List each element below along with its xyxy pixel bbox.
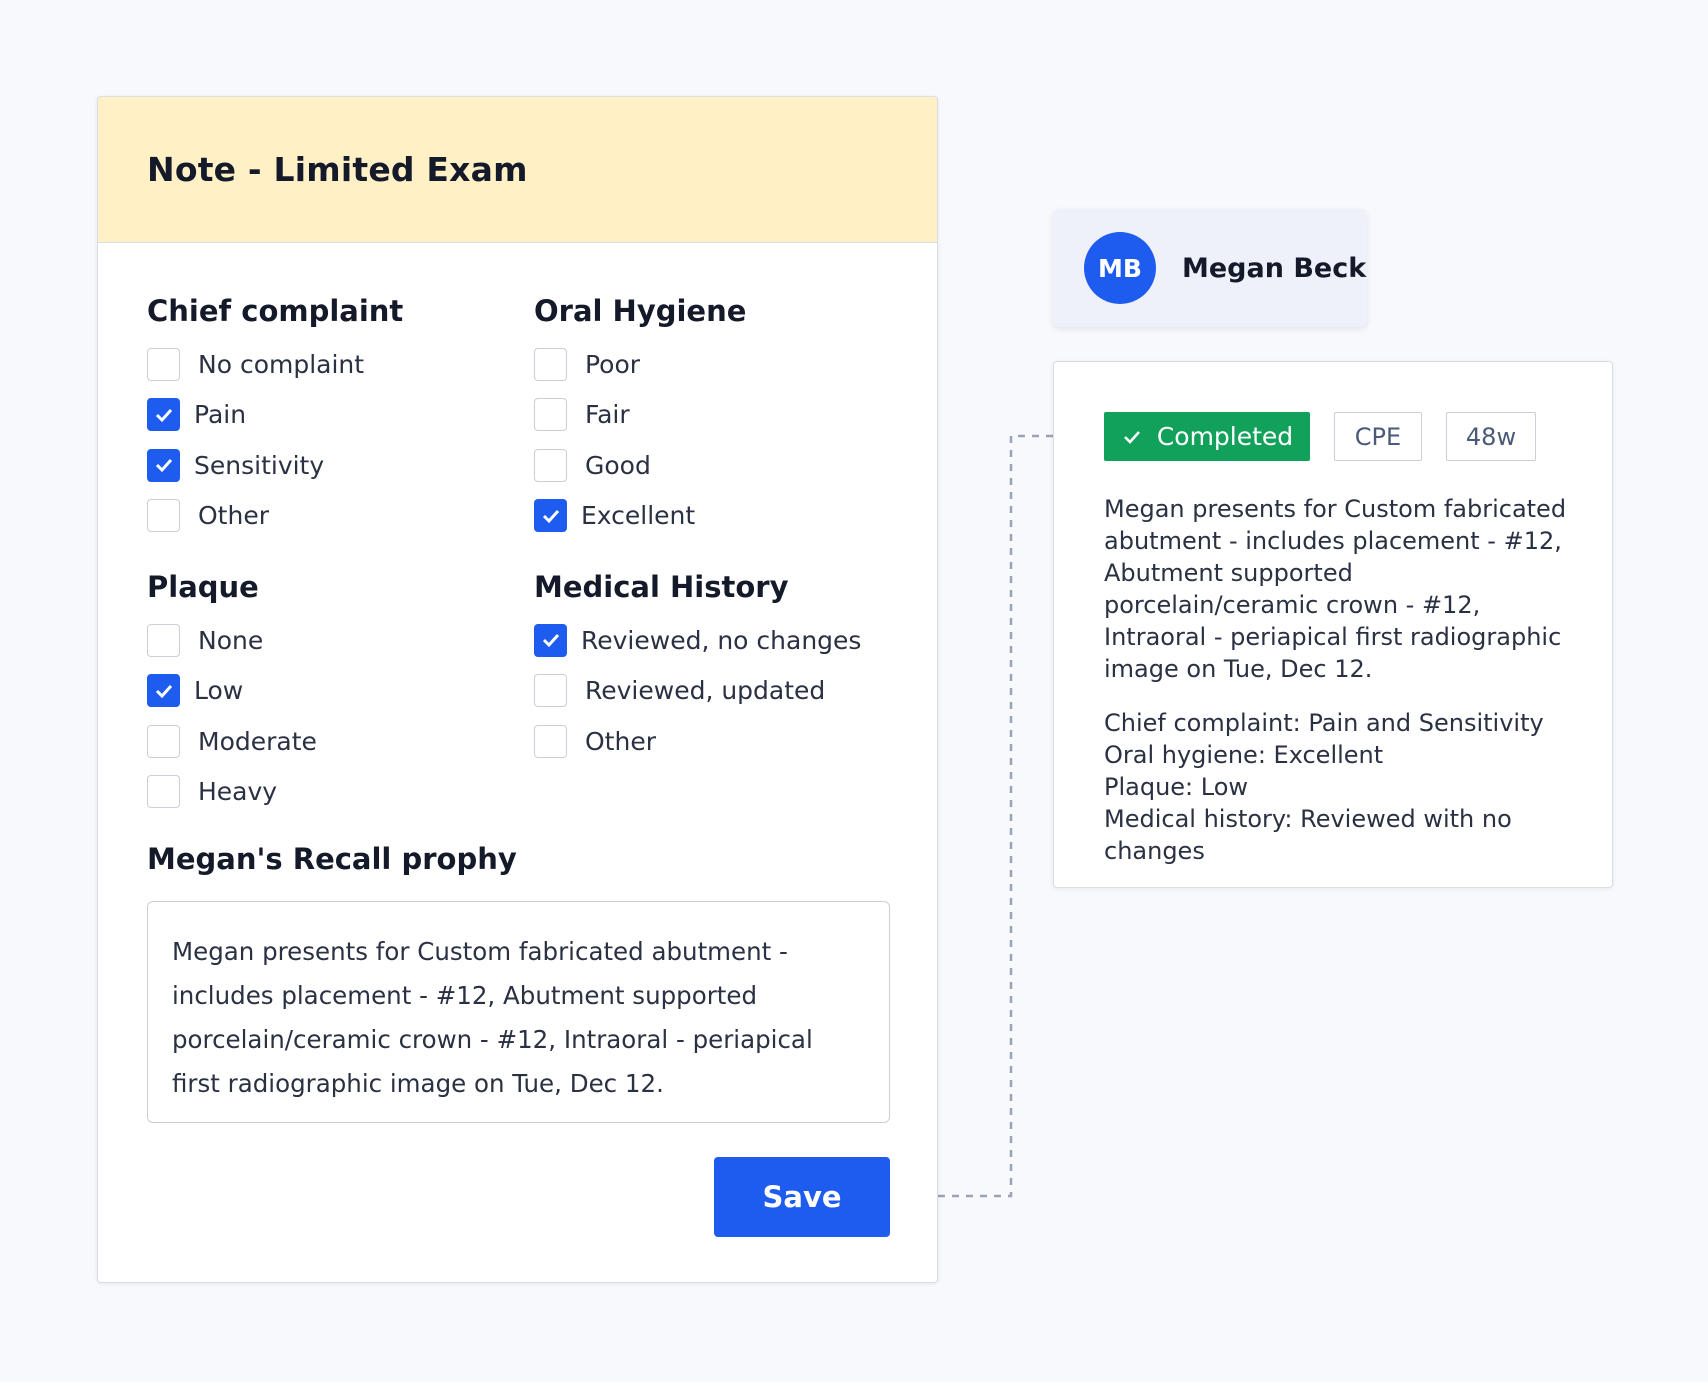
option-good[interactable]: Good: [534, 440, 746, 491]
option-label: Reviewed, updated: [585, 676, 826, 706]
checkbox[interactable]: [534, 623, 567, 657]
note-card: Note - Limited Exam Chief complaint No c…: [97, 96, 938, 1283]
option-label: No complaint: [198, 349, 365, 379]
check-icon: [1121, 426, 1143, 448]
chief-complaint-section: Chief complaint No complaint Pain Sensit…: [147, 291, 403, 541]
option-moderate[interactable]: Moderate: [147, 716, 317, 767]
checkbox[interactable]: [147, 775, 180, 809]
option-heavy[interactable]: Heavy: [147, 767, 317, 818]
checkbox[interactable]: [147, 674, 180, 708]
prophy-title: Megan's Recall prophy: [147, 842, 517, 876]
note-title: Note - Limited Exam: [147, 150, 528, 189]
summary-card: Completed CPE 48w Megan presents for Cus…: [1053, 361, 1613, 888]
detail-medical-history: Medical history: Reviewed with no change…: [1104, 805, 1512, 865]
check-icon: [155, 459, 172, 473]
save-button[interactable]: Save: [714, 1157, 890, 1237]
status-label: Completed: [1156, 422, 1294, 451]
option-label: Good: [585, 450, 651, 480]
option-label: None: [198, 625, 264, 655]
option-label: Fair: [585, 400, 630, 430]
checkbox[interactable]: [534, 499, 567, 533]
option-reviewed-updated[interactable]: Reviewed, updated: [534, 666, 861, 717]
checkbox[interactable]: [534, 347, 567, 381]
summary-description: Megan presents for Custom fabricated abu…: [1104, 495, 1567, 683]
prophy-textarea[interactable]: Megan presents for Custom fabricated abu…: [147, 901, 890, 1123]
checkbox[interactable]: [147, 724, 180, 758]
option-low[interactable]: Low: [147, 666, 317, 717]
checkbox[interactable]: [534, 398, 567, 432]
section-title: Plaque: [147, 570, 259, 604]
summary-text: Megan presents for Custom fabricated abu…: [1104, 493, 1574, 867]
option-no-complaint[interactable]: No complaint: [147, 339, 403, 390]
option-excellent[interactable]: Excellent: [534, 491, 746, 542]
patient-name: Megan Beck: [1182, 252, 1367, 284]
checkbox[interactable]: [147, 398, 180, 432]
check-icon: [155, 408, 172, 422]
checkbox[interactable]: [147, 448, 180, 482]
section-title: Medical History: [534, 570, 789, 604]
note-header: Note - Limited Exam: [98, 97, 937, 243]
check-icon: [542, 634, 559, 648]
checkbox[interactable]: [534, 724, 567, 758]
tag-badge-cpe: CPE: [1334, 412, 1422, 461]
status-badge: Completed: [1104, 412, 1310, 461]
option-label: Low: [194, 676, 244, 706]
checkbox[interactable]: [147, 499, 180, 533]
medical-history-section: Medical History Reviewed, no changes Rev…: [534, 567, 861, 767]
option-label: Excellent: [581, 501, 696, 531]
option-other[interactable]: Other: [147, 491, 403, 542]
badge-row: Completed CPE 48w: [1104, 412, 1536, 461]
check-icon: [155, 684, 172, 698]
detail-plaque: Plaque: Low: [1104, 773, 1249, 801]
tag-badge-48w: 48w: [1446, 412, 1536, 461]
checkbox[interactable]: [534, 674, 567, 708]
option-label: Heavy: [198, 777, 278, 807]
oral-hygiene-section: Oral Hygiene Poor Fair Good Excellent: [534, 291, 746, 541]
option-reviewed-no-changes[interactable]: Reviewed, no changes: [534, 615, 861, 666]
plaque-section: Plaque None Low Moderate Heavy: [147, 567, 317, 817]
avatar: MB: [1084, 232, 1156, 304]
option-poor[interactable]: Poor: [534, 339, 746, 390]
option-label: Pain: [194, 400, 247, 430]
detail-chief-complaint: Chief complaint: Pain and Sensitivity: [1104, 709, 1544, 737]
patient-card[interactable]: MB Megan Beck: [1053, 209, 1367, 327]
option-none[interactable]: None: [147, 615, 317, 666]
checkbox[interactable]: [147, 623, 180, 657]
check-icon: [542, 509, 559, 523]
section-title: Chief complaint: [147, 294, 404, 328]
option-label: Other: [198, 501, 269, 531]
option-label: Other: [585, 726, 656, 756]
option-label: Reviewed, no changes: [581, 625, 862, 655]
section-title: Oral Hygiene: [534, 294, 747, 328]
option-other[interactable]: Other: [534, 716, 861, 767]
detail-oral-hygiene: Oral hygiene: Excellent: [1104, 741, 1384, 769]
option-label: Poor: [585, 349, 641, 379]
checkbox[interactable]: [534, 448, 567, 482]
summary-details: Chief complaint: Pain and Sensitivity Or…: [1104, 707, 1574, 867]
option-pain[interactable]: Pain: [147, 390, 403, 441]
option-fair[interactable]: Fair: [534, 390, 746, 441]
option-label: Moderate: [198, 726, 317, 756]
checkbox[interactable]: [147, 347, 180, 381]
option-sensitivity[interactable]: Sensitivity: [147, 440, 403, 491]
option-label: Sensitivity: [194, 450, 325, 480]
